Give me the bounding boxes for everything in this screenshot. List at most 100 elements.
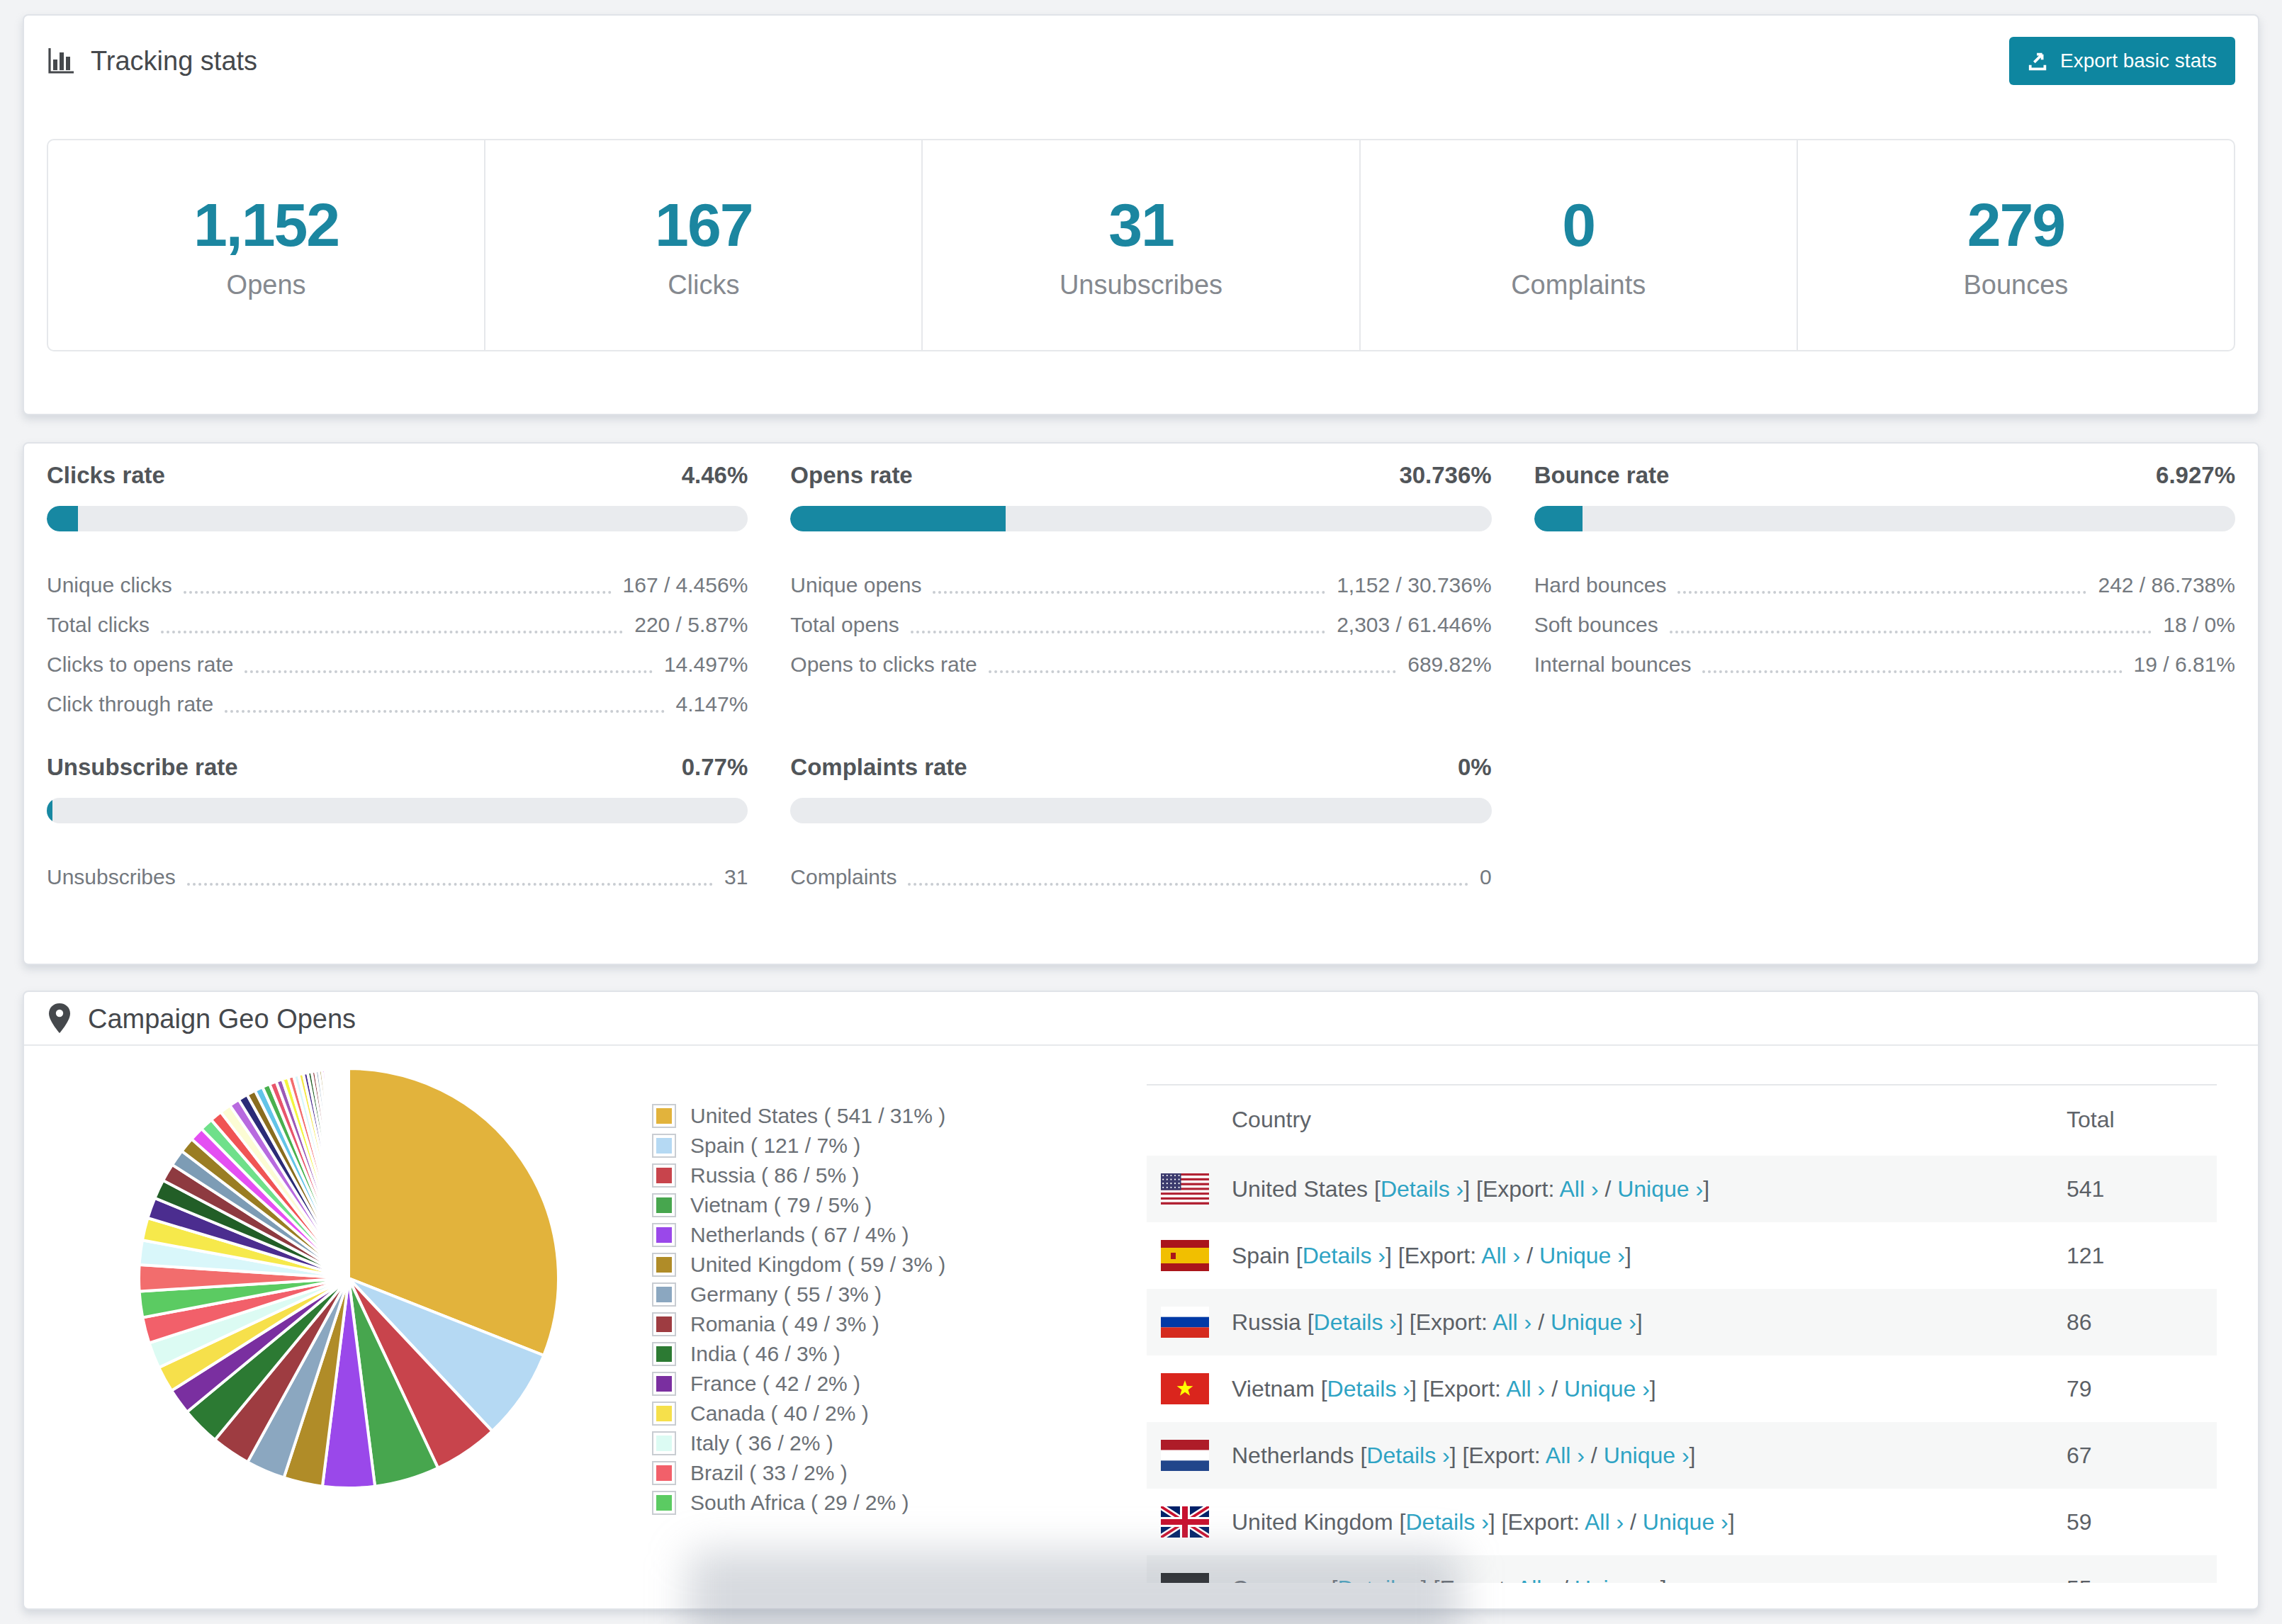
rate-stat-row: Click through rate4.147% xyxy=(47,684,748,724)
geo-table-row: United Kingdom [Details ›] [Export: All … xyxy=(1147,1489,2217,1555)
rate-stat-row: Complaints0 xyxy=(790,857,1491,897)
row-links: [Details ›] [Export: All › / Unique ›] xyxy=(1290,1243,1631,1269)
rate-stat-value: 18 / 0% xyxy=(2163,612,2235,638)
export-unique-link[interactable]: Unique › xyxy=(1617,1176,1703,1202)
dotted-leader xyxy=(989,670,1396,673)
dotted-leader xyxy=(908,883,1468,886)
rate-stat-row: Opens to clicks rate689.82% xyxy=(790,645,1491,684)
country-name: Spain xyxy=(1232,1243,1290,1269)
details-link[interactable]: Details › xyxy=(1381,1176,1463,1202)
legend-item: France ( 42 / 2% ) xyxy=(652,1372,945,1396)
country-total: 79 xyxy=(2067,1355,2217,1422)
legend-swatch xyxy=(652,1282,676,1307)
rate-panel-complaints-rate: Complaints rate0%Complaints0 xyxy=(790,755,1491,897)
rate-stat-label: Total opens xyxy=(790,612,899,638)
rate-title: Bounce rate xyxy=(1534,463,1670,487)
campaign-overview-page: Tracking stats Export basic stats 1,152O… xyxy=(0,0,2282,1624)
legend-item: United States ( 541 / 31% ) xyxy=(652,1104,945,1128)
dotted-leader xyxy=(225,710,664,713)
bar-chart-icon xyxy=(47,47,75,75)
legend-label: India ( 46 / 3% ) xyxy=(690,1342,841,1366)
dotted-leader xyxy=(1677,591,2086,594)
geo-opens-title-text: Campaign Geo Opens xyxy=(88,1004,356,1034)
dotted-leader xyxy=(187,883,713,886)
country-name: United Kingdom xyxy=(1232,1509,1393,1535)
tracking-stats-card: Tracking stats Export basic stats 1,152O… xyxy=(23,14,2259,415)
legend-swatch xyxy=(652,1163,676,1188)
export-all-link[interactable]: All › xyxy=(1585,1509,1624,1535)
geo-legend: United States ( 541 / 31% )Spain ( 121 /… xyxy=(652,1104,945,1583)
rate-stat-label: Unique opens xyxy=(790,573,921,598)
rate-stat-label: Clicks to opens rate xyxy=(47,652,233,677)
progress-bar xyxy=(47,506,748,531)
legend-item: Netherlands ( 67 / 4% ) xyxy=(652,1223,945,1247)
rate-stat-value: 2,303 / 61.446% xyxy=(1337,612,1492,638)
rate-stat-row: Unique clicks 167 / 4.456% xyxy=(47,565,748,605)
shadow-artifact xyxy=(687,1550,1460,1624)
stat-label: Unsubscribes xyxy=(1060,270,1222,300)
details-link[interactable]: Details › xyxy=(1303,1243,1386,1268)
legend-item: Italy ( 36 / 2% ) xyxy=(652,1431,945,1455)
geo-opens-table: Country Total United States [Details ›] … xyxy=(1147,1084,2217,1583)
details-link[interactable]: Details › xyxy=(1405,1509,1488,1535)
details-link[interactable]: Details › xyxy=(1366,1443,1449,1468)
rate-value: 30.736% xyxy=(1399,463,1491,487)
export-all-link[interactable]: All › xyxy=(1517,1576,1556,1584)
stat-value: 31 xyxy=(1108,190,1174,260)
stat-label: Complaints xyxy=(1511,270,1646,300)
rate-stat-value: 1,152 / 30.736% xyxy=(1337,573,1492,598)
dotted-leader xyxy=(184,591,612,594)
export-unique-link[interactable]: Unique › xyxy=(1643,1509,1729,1535)
legend-swatch xyxy=(652,1402,676,1426)
rate-stat-value: 689.82% xyxy=(1407,652,1491,677)
export-all-link[interactable]: All › xyxy=(1546,1443,1585,1468)
details-link[interactable]: Details › xyxy=(1327,1376,1410,1402)
tracking-stats-title-text: Tracking stats xyxy=(91,46,257,77)
rate-value: 0% xyxy=(1458,755,1492,779)
export-all-link[interactable]: All › xyxy=(1559,1176,1598,1202)
export-unique-link[interactable]: Unique › xyxy=(1551,1309,1636,1335)
legend-label: South Africa ( 29 / 2% ) xyxy=(690,1491,909,1515)
legend-label: Germany ( 55 / 3% ) xyxy=(690,1282,882,1307)
details-link[interactable]: Details › xyxy=(1314,1309,1397,1335)
flag-ru-icon xyxy=(1161,1307,1209,1338)
rate-stat-label: Unique clicks xyxy=(47,573,172,598)
stat-label: Bounces xyxy=(1963,270,2068,300)
rate-panel-unsubscribe-rate: Unsubscribe rate0.77%Unsubscribes31 xyxy=(47,755,748,897)
export-all-link[interactable]: All › xyxy=(1493,1309,1531,1335)
rate-stat-label: Hard bounces xyxy=(1534,573,1667,598)
rate-stat-value: 31 xyxy=(724,864,748,890)
country-name: Netherlands xyxy=(1232,1443,1354,1469)
country-total: 67 xyxy=(2067,1422,2217,1489)
country-name: Russia xyxy=(1232,1309,1301,1336)
rate-stat-value: 167 / 4.456% xyxy=(623,573,748,598)
export-basic-stats-button[interactable]: Export basic stats xyxy=(2009,37,2235,85)
rates-card: Clicks rate4.46%Unique clicks167 / 4.456… xyxy=(23,442,2259,965)
legend-item: Vietnam ( 79 / 5% ) xyxy=(652,1193,945,1217)
legend-swatch xyxy=(652,1253,676,1277)
stat-value: 0 xyxy=(1562,190,1595,260)
geo-opens-pie-chart[interactable] xyxy=(136,1066,561,1491)
rate-stat-value: 14.497% xyxy=(664,652,748,677)
legend-swatch xyxy=(652,1193,676,1217)
stat-label: Opens xyxy=(227,270,306,300)
flag-vn-icon xyxy=(1161,1373,1209,1404)
export-unique-link[interactable]: Unique › xyxy=(1539,1243,1625,1268)
export-unique-link[interactable]: Unique › xyxy=(1604,1443,1690,1468)
dotted-leader xyxy=(1702,670,2122,673)
legend-label: Italy ( 36 / 2% ) xyxy=(690,1431,833,1455)
export-unique-link[interactable]: Unique › xyxy=(1575,1576,1660,1584)
export-all-link[interactable]: All › xyxy=(1481,1243,1520,1268)
pie-slice[interactable] xyxy=(347,1068,349,1278)
flag-us-icon xyxy=(1161,1173,1209,1205)
legend-swatch xyxy=(652,1134,676,1158)
geo-table-header-total: Total xyxy=(2067,1085,2217,1156)
export-unique-link[interactable]: Unique › xyxy=(1564,1376,1650,1402)
rate-stat-value: 0 xyxy=(1480,864,1492,890)
geo-content: United States ( 541 / 31% )Spain ( 121 /… xyxy=(47,1046,2235,1583)
country-total: 121 xyxy=(2067,1222,2217,1289)
flag-es-icon xyxy=(1161,1240,1209,1271)
rate-stat-label: Unsubscribes xyxy=(47,864,176,890)
dotted-leader xyxy=(244,670,652,673)
export-all-link[interactable]: All › xyxy=(1506,1376,1545,1402)
